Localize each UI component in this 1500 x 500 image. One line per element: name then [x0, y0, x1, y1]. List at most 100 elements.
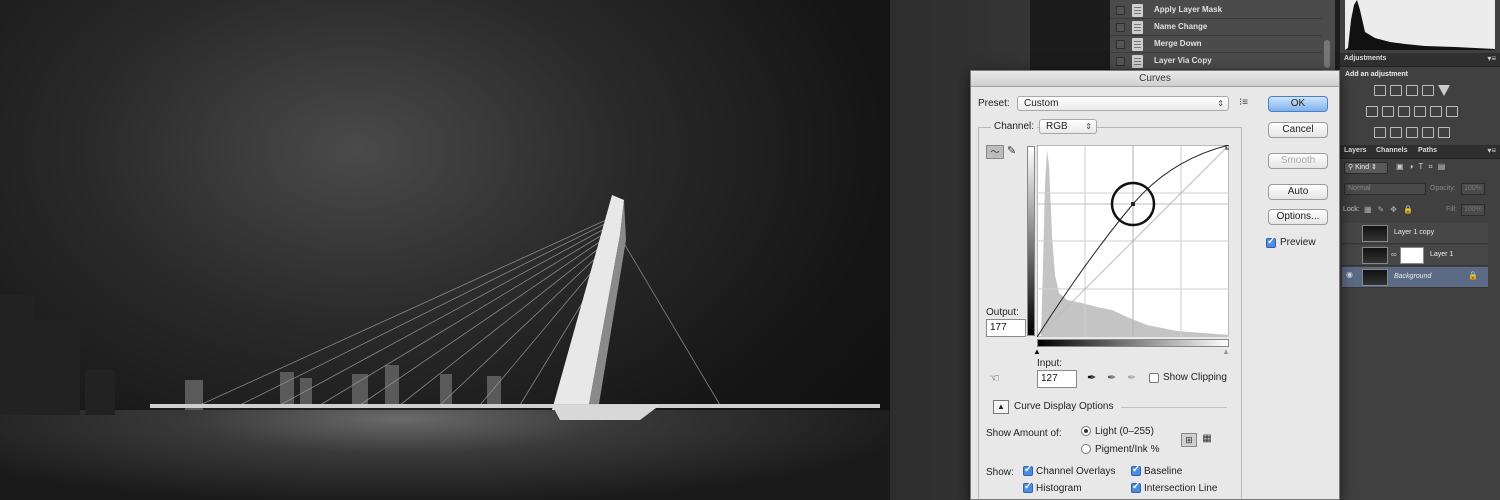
brightness-icon[interactable]	[1374, 85, 1386, 96]
preset-options-icon[interactable]: ⁝≡	[1239, 97, 1248, 108]
color-balance-icon[interactable]	[1382, 106, 1394, 117]
history-item[interactable]: Apply Layer Mask	[1110, 2, 1322, 19]
history-item[interactable]: Merge Down	[1110, 36, 1322, 53]
show-clipping-label: Show Clipping	[1163, 372, 1227, 383]
lock-icons[interactable]: ▦✎✥🔒	[1364, 205, 1419, 214]
color-lookup-icon[interactable]	[1446, 106, 1458, 117]
channel-select[interactable]: RGB ⇕	[1039, 119, 1097, 134]
detailed-grid-icon[interactable]: ▦	[1200, 433, 1214, 447]
history-checkbox[interactable]	[1116, 40, 1125, 49]
history-checkbox[interactable]	[1116, 57, 1125, 66]
show-clipping-checkbox[interactable]	[1149, 373, 1159, 383]
ok-button[interactable]: OK	[1268, 96, 1328, 112]
output-field[interactable]: 177	[986, 319, 1026, 337]
gray-eyedropper-icon[interactable]: ✒	[1107, 371, 1116, 384]
opacity-label: Opacity:	[1430, 185, 1456, 192]
vibrance-icon[interactable]	[1438, 85, 1450, 96]
channel-overlays-checkbox[interactable]	[1023, 464, 1033, 476]
filter-kind-select[interactable]: ⚲ Kind ⇕	[1344, 162, 1388, 174]
adjustment-icons-row-2	[1366, 104, 1462, 122]
panel-menu-icon[interactable]: ▾≡	[1487, 146, 1496, 155]
tab-paths[interactable]: Paths	[1418, 147, 1437, 154]
layer-row[interactable]: ∞ Layer 1	[1342, 245, 1488, 266]
document-icon	[1132, 21, 1143, 34]
black-point-slider[interactable]: ▲	[1033, 347, 1041, 356]
simple-grid-icon[interactable]: ⊞	[1181, 433, 1197, 447]
auto-button[interactable]: Auto	[1268, 184, 1328, 200]
baseline-label: Baseline	[1144, 466, 1183, 477]
history-item[interactable]: Name Change	[1110, 19, 1322, 36]
divider	[1121, 407, 1227, 408]
curves-icon[interactable]	[1406, 85, 1418, 96]
input-gradient-bar	[1037, 339, 1229, 347]
pigment-radio[interactable]	[1081, 444, 1091, 454]
history-item-label: Name Change	[1154, 22, 1208, 31]
visibility-toggle[interactable]	[1346, 229, 1355, 238]
adjustments-heading: Add an adjustment	[1345, 71, 1409, 78]
layers-tabbar: Layers Channels Paths ▾≡	[1340, 145, 1500, 159]
tab-layers[interactable]: Layers	[1344, 147, 1367, 154]
history-panel: Apply Layer Mask Name Change Merge Down …	[1110, 0, 1335, 70]
white-eyedropper-icon[interactable]: ✒	[1127, 371, 1136, 384]
history-checkbox[interactable]	[1116, 6, 1125, 15]
preset-label: Preset:	[978, 98, 1010, 109]
curves-graph[interactable]	[1037, 145, 1229, 337]
photo-filter-icon[interactable]	[1414, 106, 1426, 117]
tab-channels[interactable]: Channels	[1376, 147, 1408, 154]
panel-menu-icon[interactable]: ▾≡	[1487, 54, 1496, 63]
mask-link-icon[interactable]: ∞	[1391, 250, 1397, 259]
cancel-button[interactable]: Cancel	[1268, 122, 1328, 138]
exposure-icon[interactable]	[1422, 85, 1434, 96]
document-icon	[1132, 38, 1143, 51]
hue-saturation-icon[interactable]	[1366, 106, 1378, 117]
levels-icon[interactable]	[1390, 85, 1402, 96]
white-point-slider[interactable]: ▲	[1222, 347, 1230, 356]
visibility-toggle[interactable]	[1346, 251, 1355, 260]
collapse-toggle-icon[interactable]: ▲	[993, 400, 1009, 414]
eye-icon[interactable]: ◉	[1346, 270, 1355, 279]
layer-filter-icons[interactable]: ▣◑T⌗▤	[1396, 162, 1450, 172]
channel-mixer-icon[interactable]	[1430, 106, 1442, 117]
opacity-field[interactable]: 100%	[1461, 183, 1485, 195]
pencil-icon[interactable]: ✎	[1007, 144, 1016, 157]
lock-icon: 🔒	[1468, 271, 1478, 280]
baseline-checkbox[interactable]	[1131, 464, 1141, 476]
history-item-label: Merge Down	[1154, 39, 1202, 48]
selective-color-icon[interactable]	[1422, 127, 1434, 138]
history-item[interactable]: Layer Via Copy	[1110, 53, 1322, 70]
histogram-panel	[1345, 0, 1495, 50]
input-field[interactable]: 127	[1037, 370, 1077, 388]
layer-row-selected[interactable]: ◉ Background 🔒	[1342, 267, 1488, 288]
histogram-checkbox[interactable]	[1023, 481, 1033, 493]
bridge-graphic	[150, 195, 880, 420]
history-checkbox[interactable]	[1116, 23, 1125, 32]
black-eyedropper-icon[interactable]: ✒	[1087, 371, 1096, 384]
input-label: Input:	[1037, 358, 1063, 369]
blend-mode-select[interactable]: Normal	[1344, 183, 1426, 195]
options-button[interactable]: Options...	[1268, 209, 1328, 225]
tab-adjustments[interactable]: Adjustments	[1344, 55, 1386, 62]
invert-icon[interactable]	[1374, 127, 1386, 138]
layer-row[interactable]: Layer 1 copy	[1342, 223, 1488, 244]
on-image-adjust-icon[interactable]: ☜	[989, 371, 1000, 385]
adjustment-icons-row-3	[1374, 125, 1454, 143]
channel-label: Channel:	[991, 121, 1038, 132]
posterize-icon[interactable]	[1390, 127, 1402, 138]
intersection-line-label: Intersection Line	[1144, 483, 1218, 494]
image-canvas[interactable]	[0, 0, 890, 500]
fill-field[interactable]: 100%	[1461, 204, 1485, 216]
history-scrollbar[interactable]	[1324, 40, 1330, 68]
curve-edit-points-icon[interactable]: 〜	[986, 145, 1004, 159]
gradient-map-icon[interactable]	[1438, 127, 1450, 138]
layer-thumbnail	[1362, 225, 1388, 242]
preview-checkbox[interactable]	[1266, 236, 1276, 248]
smooth-button[interactable]: Smooth	[1268, 153, 1328, 169]
black-white-icon[interactable]	[1398, 106, 1410, 117]
layer-mask-thumbnail[interactable]	[1400, 247, 1424, 264]
threshold-icon[interactable]	[1406, 127, 1418, 138]
preset-select[interactable]: Custom ⇕	[1017, 96, 1229, 111]
light-radio[interactable]	[1081, 426, 1091, 436]
intersection-line-checkbox[interactable]	[1131, 481, 1141, 493]
stepper-arrows-icon: ⇕	[1217, 99, 1224, 108]
layer-thumbnail	[1362, 247, 1388, 264]
